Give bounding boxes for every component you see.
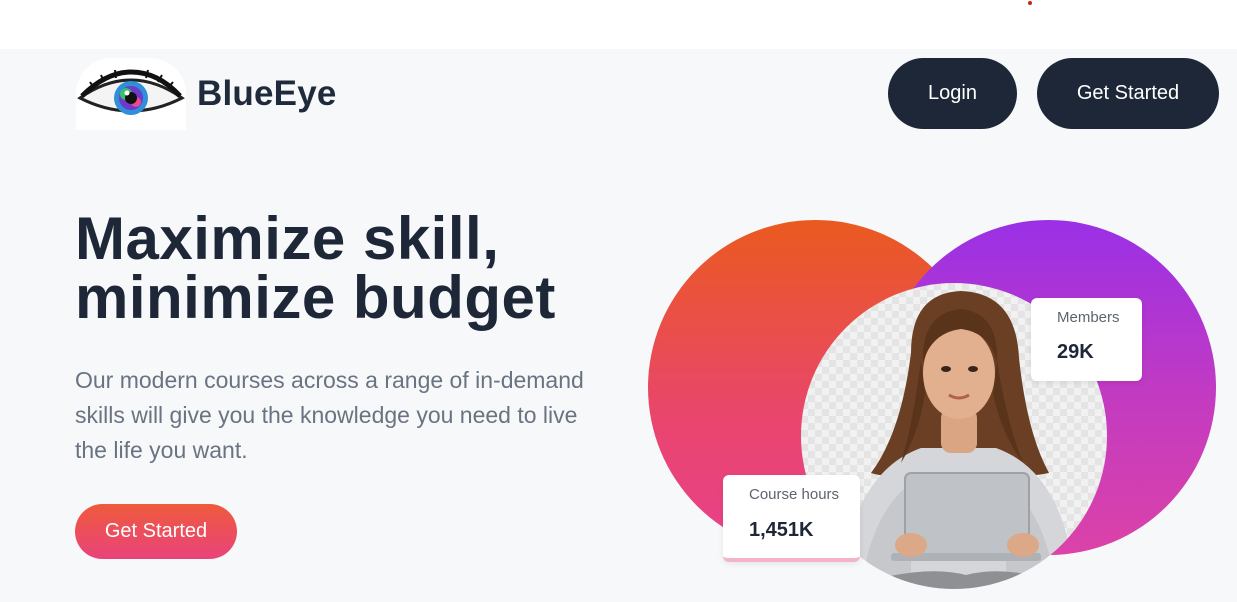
get-started-nav-button[interactable]: Get Started xyxy=(1037,58,1219,129)
indicator-dot xyxy=(1028,1,1032,5)
hero-title-line-2: minimize budget xyxy=(75,264,556,331)
brand-name: BlueEye xyxy=(197,74,337,113)
hero-title: Maximize skill, minimize budget xyxy=(75,205,556,331)
get-started-cta-button[interactable]: Get Started xyxy=(75,504,237,559)
top-strip xyxy=(0,0,1237,49)
course-hours-value: 1,451K xyxy=(749,519,814,541)
hero-title-line-1: Maximize skill, xyxy=(75,205,500,272)
hero-illustration: Members 29K Course hours 1,451K xyxy=(640,199,1237,602)
brand-logo[interactable]: BlueEye xyxy=(76,58,337,130)
login-button[interactable]: Login xyxy=(888,58,1017,129)
members-stat-card: Members 29K xyxy=(1031,298,1142,381)
course-hours-label: Course hours xyxy=(749,486,840,503)
members-value: 29K xyxy=(1057,341,1094,363)
course-hours-stat-card: Course hours 1,451K xyxy=(723,475,860,562)
eye-icon xyxy=(76,58,186,130)
members-label: Members xyxy=(1057,309,1120,326)
landing-page: BlueEye Login Get Started Maximize skill… xyxy=(0,49,1237,602)
hero-description: Our modern courses across a range of in-… xyxy=(75,367,584,463)
